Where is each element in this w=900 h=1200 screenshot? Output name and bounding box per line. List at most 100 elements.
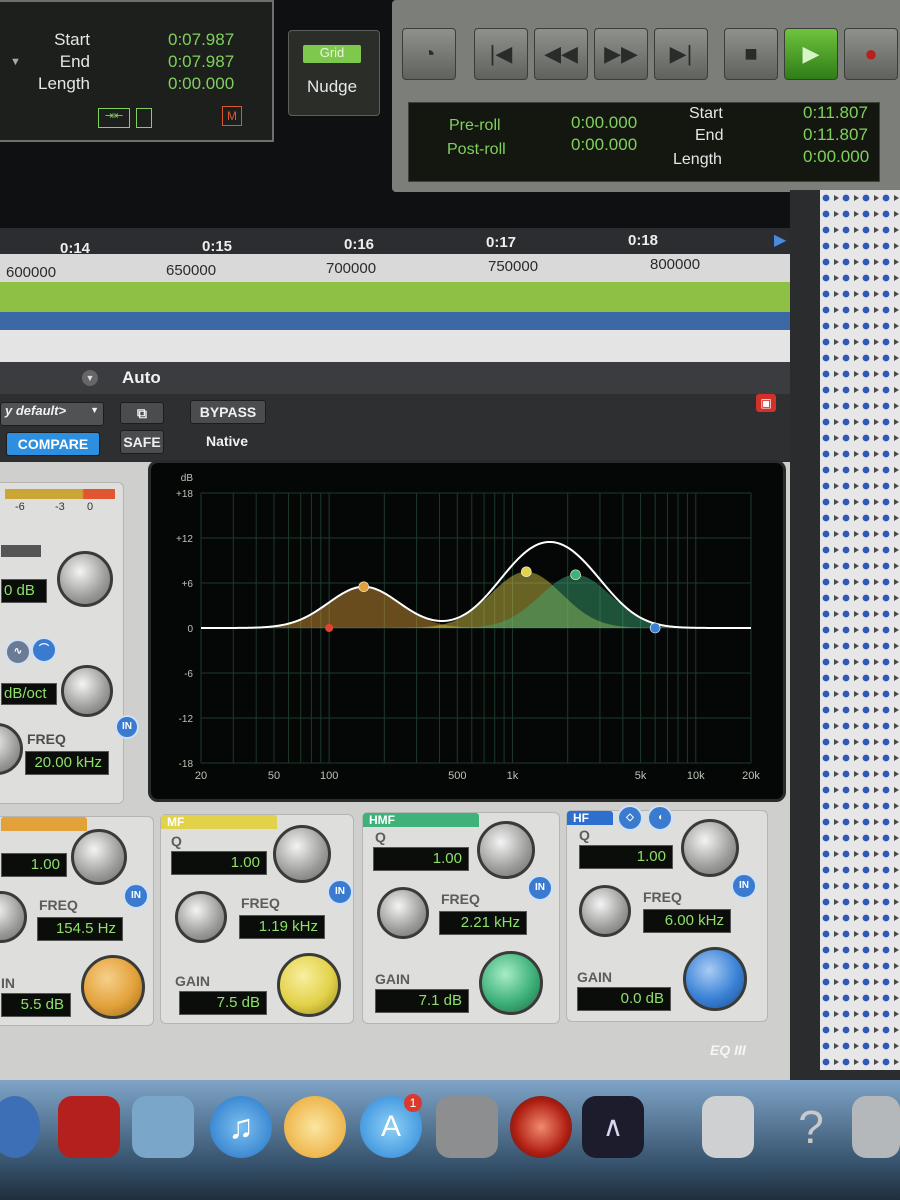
hmf-freq-display[interactable]: 2.21 kHz (439, 911, 527, 935)
hmf-freq-knob[interactable] (377, 887, 429, 939)
mf-in-button[interactable]: IN (327, 879, 353, 905)
nudge-label[interactable]: Nudge (307, 77, 357, 97)
hf-freq-knob[interactable] (579, 885, 631, 937)
input-gain-knob[interactable] (57, 551, 113, 607)
marker-dots-icon (820, 190, 900, 1070)
ruler-marker-icon[interactable]: ▶ (774, 230, 786, 250)
grid-button[interactable]: Grid (303, 45, 361, 63)
hf-in-button[interactable]: IN (731, 873, 757, 899)
transport-length-value[interactable]: 0:00.000 (803, 147, 869, 167)
ruler-tick: 800000 (650, 256, 701, 273)
preset-selector[interactable]: y default> ▼ (0, 402, 104, 426)
hpf-in-button[interactable]: IN (115, 715, 139, 739)
safe-button[interactable]: SAFE (120, 430, 164, 454)
hf-title-bar: HF (567, 811, 613, 825)
start-value[interactable]: 0:07.987 (168, 30, 234, 50)
input-gain-display[interactable]: 0 dB (1, 579, 47, 603)
hf-shelf-type-button[interactable]: ◇ (617, 805, 643, 831)
lmf-q-display[interactable]: 1.00 (1, 853, 67, 877)
mf-gain-display[interactable]: 7.5 dB (179, 991, 267, 1015)
lmf-gain-knob[interactable] (81, 955, 145, 1019)
postroll-value[interactable]: 0:00.000 (571, 135, 637, 155)
hmf-q-display[interactable]: 1.00 (373, 847, 469, 871)
m-badge[interactable]: M (222, 106, 242, 126)
document-icon[interactable] (702, 1096, 754, 1158)
hmf-gain-display[interactable]: 7.1 dB (375, 989, 469, 1013)
pro-tools-icon[interactable]: ∧ (582, 1096, 644, 1158)
transport-start-value[interactable]: 0:11.807 (803, 103, 868, 123)
lmf-gain-display[interactable]: 5.5 dB (1, 993, 71, 1017)
stop-button[interactable]: ■ (724, 28, 778, 80)
hmf-q-knob[interactable] (477, 821, 535, 879)
page-icon[interactable] (136, 108, 152, 128)
help-icon[interactable]: ? (780, 1096, 842, 1158)
close-plugin-icon[interactable]: ▣ (756, 394, 776, 412)
hf-gain-display[interactable]: 0.0 dB (577, 987, 671, 1011)
rewind-button[interactable]: ◀◀ (534, 28, 588, 80)
chevron-down-icon[interactable]: ▼ (82, 370, 98, 386)
eq-curve-display[interactable]: +18 +12 +6 0 -6 -12 -18 dB 20 50 100 500 1k 5k 10k 20k (151, 463, 783, 799)
bypass-button[interactable]: BYPASS (190, 400, 266, 424)
eq-graph[interactable]: +18 +12 +6 0 -6 -12 -18 dB 20 50 100 500 1k 5k 10k 20k (148, 460, 786, 802)
finder-icon[interactable] (0, 1096, 40, 1158)
native-button[interactable]: Native (190, 430, 264, 452)
system-preferences-icon[interactable] (436, 1096, 498, 1158)
hpf-freq-knob[interactable] (0, 723, 23, 775)
meter-tick: 0 (87, 501, 94, 513)
hf-peak-type-button[interactable]: ◖ (647, 805, 673, 831)
record-button[interactable]: ● (844, 28, 898, 80)
play-button[interactable]: ▶ (784, 28, 838, 80)
lpf-type-button[interactable]: ⌒ (31, 637, 57, 663)
mf-freq-display[interactable]: 1.19 kHz (239, 915, 325, 939)
hf-q-knob[interactable] (681, 819, 739, 877)
mf-gain-knob[interactable] (277, 953, 341, 1017)
lmf-freq-knob[interactable] (0, 891, 27, 943)
hpf-slope-display[interactable]: dB/oct (1, 683, 57, 705)
transport-end-value[interactable]: 0:11.807 (803, 125, 868, 145)
return-to-zero-button[interactable]: |◀ (474, 28, 528, 80)
ibooks-icon[interactable] (284, 1096, 346, 1158)
settings-menu-button[interactable]: ⧉ (120, 402, 164, 424)
compare-button[interactable]: COMPARE (6, 432, 100, 456)
link-icon[interactable]: ⇥⇤ (98, 108, 130, 128)
lmf-gain-label: IN (1, 975, 15, 991)
band-handle (649, 622, 661, 634)
lmf-freq-display[interactable]: 154.5 Hz (37, 917, 123, 941)
plugin-header: ▼ Auto y default> ▼ COMPARE ⧉ SAFE BYPAS… (0, 362, 790, 462)
preroll-label: Pre-roll (449, 117, 501, 134)
dropdown-arrow-icon[interactable]: ▼ (10, 56, 21, 68)
mf-q-knob[interactable] (273, 825, 331, 883)
mf-freq-knob[interactable] (175, 891, 227, 943)
lmf-q-knob[interactable] (71, 829, 127, 885)
length-value[interactable]: 0:00.000 (168, 74, 234, 94)
iphoto-icon[interactable] (132, 1096, 194, 1158)
trash-icon[interactable] (852, 1096, 900, 1158)
freq-tick-label: 20 (195, 770, 207, 782)
auto-label[interactable]: Auto (122, 368, 161, 388)
lmf-in-button[interactable]: IN (123, 883, 149, 909)
photo-booth-icon[interactable] (58, 1096, 120, 1158)
hpf-type-button[interactable]: ∿ (5, 639, 31, 665)
minsecs-ruler[interactable]: 0:14 0:15 0:16 0:17 0:18 ▶ (0, 228, 790, 257)
itunes-icon[interactable]: ♫ (210, 1096, 272, 1158)
hpf-freq-display[interactable]: 20.00 kHz (25, 751, 109, 775)
hmf-in-button[interactable]: IN (527, 875, 553, 901)
hf-freq-display[interactable]: 6.00 kHz (643, 909, 731, 933)
counter-end-row: End 0:07.987 (0, 52, 240, 74)
track-lane-blue[interactable] (0, 312, 812, 332)
preroll-value[interactable]: 0:00.000 (571, 113, 637, 133)
end-value[interactable]: 0:07.987 (168, 52, 234, 72)
hf-gain-knob[interactable] (683, 947, 747, 1011)
hf-q-display[interactable]: 1.00 (579, 845, 673, 869)
online-button[interactable]: ◔ (402, 28, 456, 80)
hpf-slope-knob[interactable] (61, 665, 113, 717)
track-lane-empty[interactable] (0, 330, 812, 366)
hmf-gain-knob[interactable] (479, 951, 543, 1015)
timeline-rulers[interactable]: 0:14 0:15 0:16 0:17 0:18 ▶ 600000 650000… (0, 228, 790, 286)
record-app-icon[interactable] (510, 1096, 572, 1158)
track-clip-green[interactable] (0, 282, 812, 312)
mf-q-display[interactable]: 1.00 (171, 851, 267, 875)
marker-column[interactable] (820, 190, 900, 1070)
go-to-end-button[interactable]: ▶| (654, 28, 708, 80)
fast-forward-button[interactable]: ▶▶ (594, 28, 648, 80)
